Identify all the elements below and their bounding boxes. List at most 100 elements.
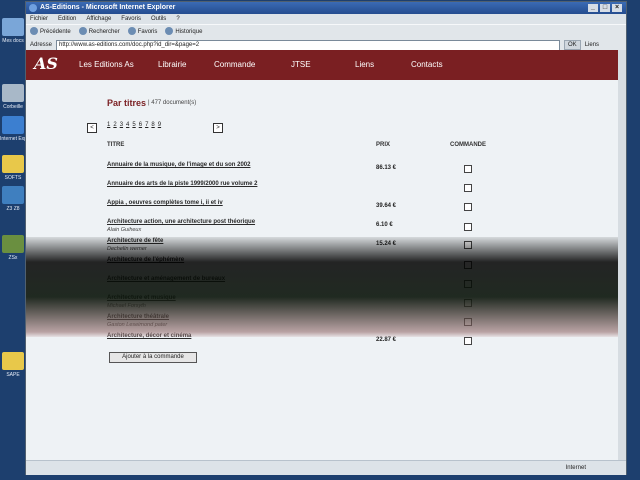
search-label: Rechercher	[88, 29, 120, 35]
page-link[interactable]: 5	[132, 122, 135, 128]
internet-explorer-icon[interactable]	[2, 116, 24, 134]
book-title-link[interactable]: Architecture, décor et cinéma	[107, 333, 191, 339]
order-checkbox[interactable]	[464, 337, 472, 345]
book-title-link[interactable]: Appia , oeuvres complètes tome i, ii et …	[107, 200, 223, 206]
site-logo[interactable]: AS	[34, 53, 58, 75]
menu-file[interactable]: Fichier	[30, 14, 48, 24]
browser-window: AS-Editions - Microsoft Internet Explore…	[26, 2, 626, 475]
vertical-scrollbar[interactable]	[618, 50, 626, 460]
next-page-button[interactable]: >	[213, 123, 223, 133]
page-content: AS Les Editions As Librairie Commande JT…	[26, 50, 626, 460]
minimize-button[interactable]: _	[588, 4, 598, 12]
back-label: Précédente	[40, 29, 71, 35]
book-price: 39.64 €	[376, 203, 397, 209]
folder-icon[interactable]	[2, 186, 24, 204]
column-header-title: TITRE	[107, 142, 125, 148]
page-link[interactable]: 7	[145, 122, 148, 128]
folder-icon[interactable]	[2, 155, 24, 173]
folder-icon[interactable]	[2, 352, 24, 370]
window-title: AS-Editions - Microsoft Internet Explore…	[40, 4, 176, 11]
page-link[interactable]: 2	[113, 122, 116, 128]
order-checkbox[interactable]	[464, 184, 472, 192]
page-link[interactable]: 8	[151, 122, 154, 128]
book-title-link[interactable]: Architecture action, une architecture po…	[107, 219, 255, 225]
menu-favorites[interactable]: Favoris	[121, 14, 141, 24]
internet-explorer-icon	[29, 4, 37, 12]
page-link[interactable]: 9	[158, 122, 161, 128]
book-title-link[interactable]: Architecture de l'éphémère	[107, 257, 184, 263]
column-header-order: COMMANDE	[450, 142, 486, 148]
favorites-icon	[127, 27, 136, 36]
back-button[interactable]: Précédente	[30, 25, 71, 39]
desktop-label-4: Z3 Z8	[6, 206, 20, 212]
book-price: 86.13 €	[376, 165, 397, 171]
book-title-link[interactable]: Architecture théâtrale	[107, 314, 169, 320]
recycle-bin-icon[interactable]	[2, 84, 24, 102]
nav-librairie[interactable]: Librairie	[158, 60, 186, 70]
order-checkbox[interactable]	[464, 223, 472, 231]
status-bar: Internet	[26, 460, 626, 475]
menu-edit[interactable]: Edition	[58, 14, 76, 24]
nav-editions-as[interactable]: Les Editions As	[79, 60, 134, 70]
go-button[interactable]: OK	[564, 40, 581, 50]
history-icon	[165, 27, 174, 36]
nav-contacts[interactable]: Contacts	[411, 60, 443, 70]
title-bar[interactable]: AS-Editions - Microsoft Internet Explore…	[26, 2, 626, 14]
document-count: | 477 document(s)	[148, 100, 197, 106]
add-to-order-button[interactable]: Ajouter à la commande	[109, 352, 197, 363]
nav-liens[interactable]: Liens	[355, 60, 374, 70]
favorites-button[interactable]: Favoris	[127, 25, 158, 39]
book-author: Gaston Leseimond pater	[107, 322, 168, 328]
page-link[interactable]: 6	[139, 122, 142, 128]
page-link[interactable]: 1	[107, 122, 110, 128]
desktop-label-6: SAPE	[6, 372, 20, 378]
order-checkbox[interactable]	[464, 299, 472, 307]
search-icon	[78, 27, 87, 36]
close-button[interactable]: ×	[612, 4, 622, 12]
address-input[interactable]: http://www.as-editions.com/doc.php?id_di…	[56, 39, 561, 51]
favorites-label: Favoris	[137, 29, 158, 35]
maximize-button[interactable]: □	[600, 4, 610, 12]
book-price: 22.87 €	[376, 337, 397, 343]
order-checkbox[interactable]	[464, 203, 472, 211]
book-title-link[interactable]: Annuaire des arts de la piste 1999/2000 …	[107, 181, 257, 187]
menu-tools[interactable]: Outils	[151, 14, 166, 24]
book-title-link[interactable]: Architecture de fête	[107, 238, 163, 244]
desktop-label-1: Corbeille	[3, 104, 23, 110]
page-link[interactable]: 3	[120, 122, 123, 128]
book-price: 6.10 €	[376, 222, 393, 228]
history-button[interactable]: Historique	[165, 25, 202, 39]
folder-icon[interactable]	[2, 235, 24, 253]
book-author: Alain Guiheux	[107, 227, 142, 233]
desktop-label-0: Mes docs	[2, 38, 24, 44]
toolbar: Précédente Rechercher Favoris Historique	[26, 24, 626, 39]
search-button[interactable]: Rechercher	[78, 25, 120, 39]
order-checkbox[interactable]	[464, 318, 472, 326]
order-checkbox[interactable]	[464, 261, 472, 269]
pagination: 1 2 3 4 5 6 7 8 9	[107, 122, 161, 128]
menu-view[interactable]: Affichage	[86, 14, 111, 24]
book-price: 15.24 €	[376, 241, 397, 247]
column-header-price: PRIX	[376, 142, 391, 148]
book-title-link[interactable]: Annuaire de la musique, de l'image et du…	[107, 162, 250, 168]
desktop-label-3: SOFTS	[4, 175, 22, 181]
order-checkbox[interactable]	[464, 280, 472, 288]
page-title: Par titres	[107, 98, 147, 108]
nav-jtse[interactable]: JTSE	[291, 60, 311, 70]
order-checkbox[interactable]	[464, 241, 472, 249]
previous-page-button[interactable]: <	[87, 123, 97, 133]
history-label: Historique	[175, 29, 203, 35]
book-author: Dechelin werner	[107, 246, 147, 252]
book-title-link[interactable]: Architecture et musique	[107, 295, 176, 301]
order-checkbox[interactable]	[464, 165, 472, 173]
menu-help[interactable]: ?	[176, 14, 179, 24]
back-arrow-icon	[30, 27, 38, 36]
nav-commande[interactable]: Commande	[214, 60, 255, 70]
book-title-link[interactable]: Architecture et aménagement de bureaux	[107, 276, 225, 282]
desktop-label-5: ZSx	[8, 255, 18, 261]
book-author: Michael Forsyth	[107, 303, 146, 309]
page-link[interactable]: 4	[126, 122, 129, 128]
desktop-label-2: Internet Explorer	[0, 136, 26, 142]
my-documents-icon[interactable]	[2, 18, 24, 36]
status-zone: Internet	[565, 465, 586, 471]
